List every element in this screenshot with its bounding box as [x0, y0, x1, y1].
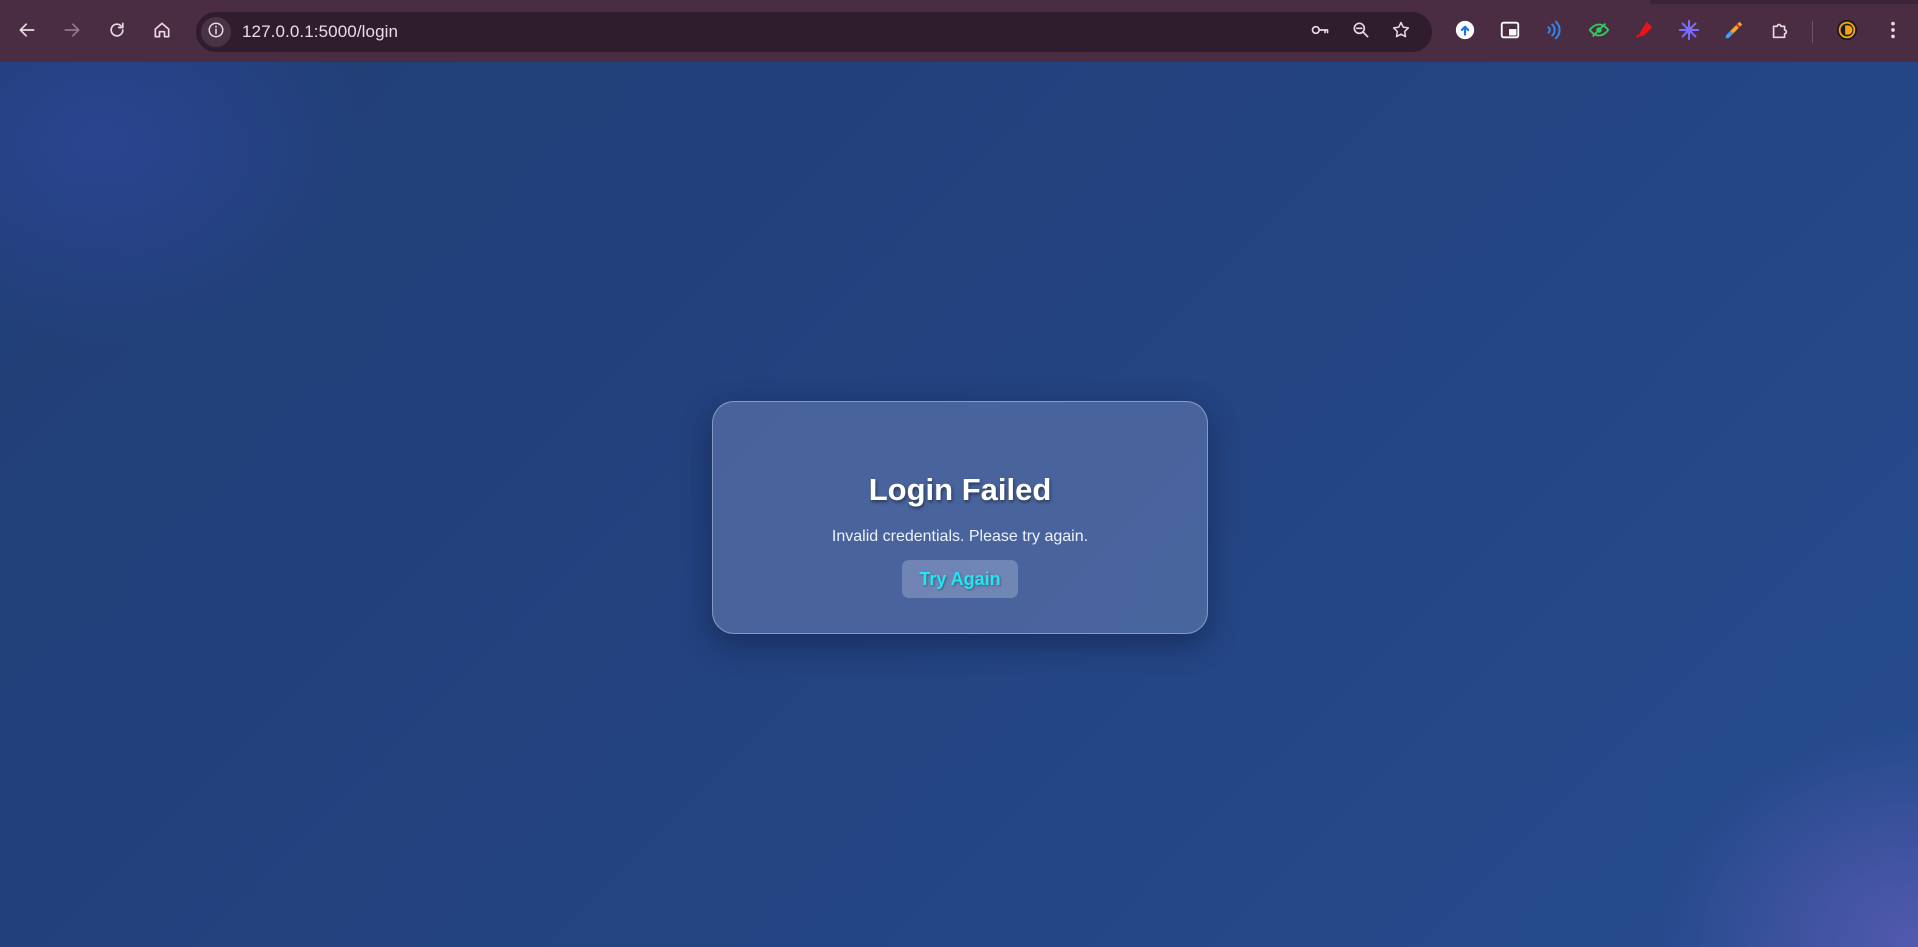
page-viewport: Login Failed Invalid credentials. Please… [0, 62, 1918, 947]
cloud-upload-extension[interactable] [1452, 19, 1478, 45]
puzzle-extensions-icon [1769, 19, 1791, 46]
profile-avatar-icon [1836, 19, 1858, 46]
color-picker-extension[interactable] [1721, 19, 1747, 45]
eye-extension[interactable] [1586, 19, 1612, 45]
error-message: Invalid credentials. Please try again. [831, 528, 1089, 545]
color-wheel-extension[interactable] [1676, 19, 1702, 45]
reload-button[interactable] [100, 15, 134, 49]
tab-strip [0, 0, 1918, 4]
picture-in-picture-extension[interactable] [1497, 19, 1523, 45]
try-again-button[interactable]: Try Again [902, 560, 1018, 598]
extensions-menu-button[interactable] [1767, 19, 1793, 45]
zoom-out-icon [1351, 20, 1371, 45]
forward-button[interactable] [55, 15, 89, 49]
home-button[interactable] [145, 15, 179, 49]
address-bar[interactable]: 127.0.0.1:5000/login [196, 12, 1432, 52]
browser-toolbar: 127.0.0.1:5000/login [0, 0, 1918, 62]
cloud-upload-icon [1454, 19, 1476, 46]
arrow-right-icon [62, 20, 82, 45]
highlighter-extension[interactable] [1631, 19, 1657, 45]
url-text[interactable]: 127.0.0.1:5000/login [242, 22, 398, 42]
site-info-icon [207, 21, 225, 44]
bookmark-button[interactable] [1389, 20, 1413, 44]
login-failed-card: Login Failed Invalid credentials. Please… [712, 401, 1208, 634]
active-tab-edge [0, 0, 1650, 4]
site-info-button[interactable] [201, 17, 231, 47]
bookmark-star-icon [1391, 20, 1411, 45]
picture-in-picture-icon [1499, 19, 1521, 46]
reload-icon [107, 20, 127, 45]
profile-button[interactable] [1834, 19, 1860, 45]
zoom-out-button[interactable] [1349, 20, 1373, 44]
arrow-left-icon [17, 20, 37, 45]
highlighter-icon [1633, 19, 1655, 46]
color-wheel-icon [1678, 19, 1700, 46]
eye-extension-icon [1588, 19, 1610, 46]
home-icon [152, 20, 172, 45]
more-menu-icon [1882, 19, 1904, 46]
browser-menu-button[interactable] [1880, 19, 1906, 45]
password-key-icon [1310, 20, 1330, 45]
toolbar-divider [1812, 21, 1813, 43]
password-key-button[interactable] [1308, 20, 1332, 44]
read-aloud-icon [1543, 19, 1565, 46]
page-title: Login Failed [868, 472, 1052, 507]
color-picker-icon [1723, 19, 1745, 46]
read-aloud-extension[interactable] [1541, 19, 1567, 45]
back-button[interactable] [10, 15, 44, 49]
